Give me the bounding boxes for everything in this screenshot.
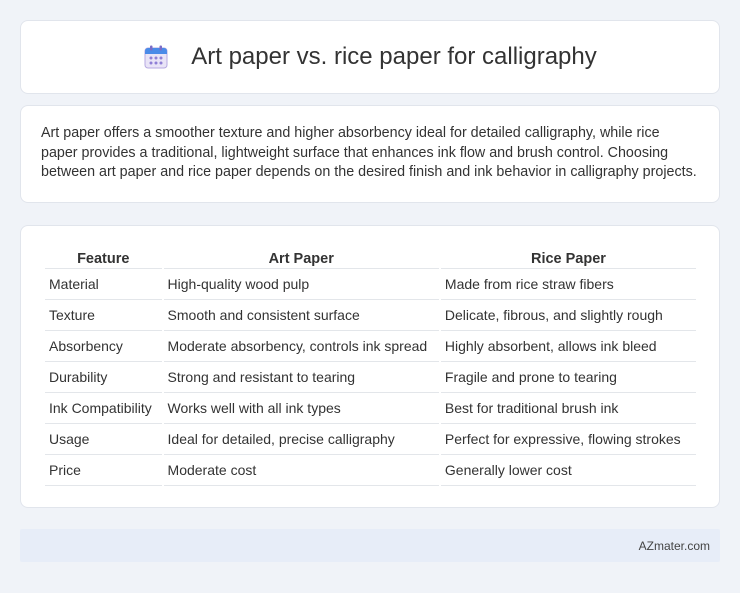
- description-text: Art paper offers a smoother texture and …: [41, 125, 697, 180]
- row-rice-paper: Highly absorbent, allows ink bleed: [440, 331, 696, 362]
- row-rice-paper: Delicate, fibrous, and slightly rough: [440, 300, 696, 331]
- footer-bar: AZmater.com: [20, 529, 720, 562]
- row-art-paper: High-quality wood pulp: [163, 269, 439, 300]
- title-card: Art paper vs. rice paper for calligraphy: [20, 20, 720, 94]
- table-row: Durability Strong and resistant to teari…: [45, 362, 696, 393]
- comparison-table: Feature Art Paper Rice Paper Material Hi…: [43, 246, 698, 486]
- table-row: Price Moderate cost Generally lower cost: [45, 455, 696, 486]
- row-feature: Material: [45, 269, 162, 300]
- table-row: Absorbency Moderate absorbency, controls…: [45, 331, 696, 362]
- header-rice-paper: Rice Paper: [440, 246, 696, 269]
- row-art-paper: Moderate absorbency, controls ink spread: [163, 331, 439, 362]
- row-feature: Texture: [45, 300, 162, 331]
- source-link[interactable]: AZmater.com: [639, 539, 710, 553]
- row-feature: Usage: [45, 424, 162, 455]
- header-art-paper: Art Paper: [163, 246, 439, 269]
- row-feature: Ink Compatibility: [45, 393, 162, 424]
- row-feature: Absorbency: [45, 331, 162, 362]
- row-art-paper: Moderate cost: [163, 455, 439, 486]
- row-art-paper: Strong and resistant to tearing: [163, 362, 439, 393]
- description-card: Art paper offers a smoother texture and …: [20, 105, 720, 203]
- table-row: Texture Smooth and consistent surface De…: [45, 300, 696, 331]
- table-row: Material High-quality wood pulp Made fro…: [45, 269, 696, 300]
- calendar-icon: [144, 45, 168, 69]
- row-feature: Price: [45, 455, 162, 486]
- row-rice-paper: Generally lower cost: [440, 455, 696, 486]
- table-row: Ink Compatibility Works well with all in…: [45, 393, 696, 424]
- page-title: Art paper vs. rice paper for calligraphy: [191, 43, 597, 70]
- comparison-table-card: Feature Art Paper Rice Paper Material Hi…: [20, 225, 720, 508]
- table-header-row: Feature Art Paper Rice Paper: [45, 246, 696, 269]
- header-feature: Feature: [45, 246, 162, 269]
- row-rice-paper: Fragile and prone to tearing: [440, 362, 696, 393]
- row-art-paper: Works well with all ink types: [163, 393, 439, 424]
- row-art-paper: Ideal for detailed, precise calligraphy: [163, 424, 439, 455]
- row-feature: Durability: [45, 362, 162, 393]
- row-art-paper: Smooth and consistent surface: [163, 300, 439, 331]
- row-rice-paper: Made from rice straw fibers: [440, 269, 696, 300]
- row-rice-paper: Perfect for expressive, flowing strokes: [440, 424, 696, 455]
- table-row: Usage Ideal for detailed, precise callig…: [45, 424, 696, 455]
- row-rice-paper: Best for traditional brush ink: [440, 393, 696, 424]
